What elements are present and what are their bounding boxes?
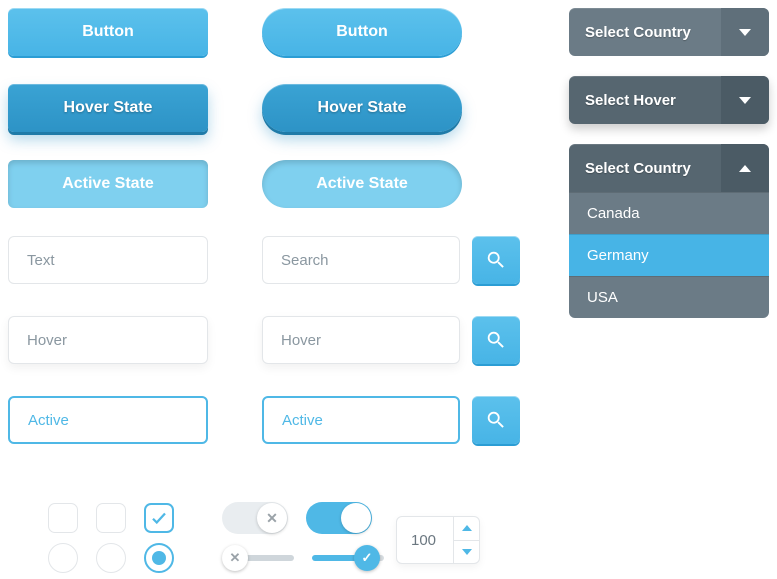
chevron-up-icon <box>721 144 769 192</box>
chevron-down-icon <box>721 76 769 124</box>
search-button-hover[interactable] <box>472 316 520 364</box>
toggle-off[interactable] <box>222 502 288 534</box>
search-icon <box>485 249 507 271</box>
stepper-up[interactable] <box>454 517 479 541</box>
search-input[interactable]: Search <box>262 236 460 284</box>
select-label: Select Hover <box>569 92 721 109</box>
toggle-on[interactable] <box>306 502 372 534</box>
chevron-down-icon <box>721 8 769 56</box>
select-option-canada[interactable]: Canada <box>569 192 769 234</box>
text-input-hover[interactable]: Hover <box>8 316 208 364</box>
number-stepper[interactable]: 100 <box>396 516 480 564</box>
search-icon <box>485 409 507 431</box>
select-country[interactable]: Select Country <box>569 8 769 56</box>
select-country-hover[interactable]: Select Hover <box>569 76 769 124</box>
button-primary-active[interactable]: Active State <box>8 160 208 208</box>
select-label: Select Country <box>569 24 721 41</box>
slider-off[interactable] <box>222 555 294 561</box>
select-option-usa[interactable]: USA <box>569 276 769 318</box>
stepper-value: 100 <box>397 532 453 549</box>
select-country-open[interactable]: Select Country <box>569 144 769 192</box>
chevron-down-icon <box>462 549 472 555</box>
checkbox-unchecked-1[interactable] <box>48 503 78 533</box>
select-label: Select Country <box>569 160 721 177</box>
check-icon <box>150 509 168 527</box>
select-option-germany[interactable]: Germany <box>569 234 769 276</box>
search-input-hover[interactable]: Hover <box>262 316 460 364</box>
search-input-active[interactable]: Active <box>262 396 460 444</box>
search-icon <box>485 329 507 351</box>
text-input[interactable]: Text <box>8 236 208 284</box>
radio-unchecked-2[interactable] <box>96 543 126 573</box>
slider-handle[interactable] <box>222 545 248 571</box>
slider-on[interactable] <box>312 555 384 561</box>
stepper-down[interactable] <box>454 541 479 564</box>
button-primary-hover[interactable]: Hover State <box>8 84 208 132</box>
toggle-knob <box>257 503 287 533</box>
pill-button-active[interactable]: Active State <box>262 160 462 208</box>
checkbox-unchecked-2[interactable] <box>96 503 126 533</box>
search-button-active[interactable] <box>472 396 520 444</box>
button-primary[interactable]: Button <box>8 8 208 56</box>
checkbox-checked[interactable] <box>144 503 174 533</box>
pill-button-hover[interactable]: Hover State <box>262 84 462 132</box>
radio-checked[interactable] <box>144 543 174 573</box>
select-dropdown: Canada Germany USA <box>569 192 769 318</box>
toggle-knob <box>341 503 371 533</box>
text-input-active[interactable]: Active <box>8 396 208 444</box>
slider-handle[interactable] <box>354 545 380 571</box>
pill-button-primary[interactable]: Button <box>262 8 462 56</box>
radio-unchecked-1[interactable] <box>48 543 78 573</box>
chevron-up-icon <box>462 525 472 531</box>
search-button[interactable] <box>472 236 520 284</box>
